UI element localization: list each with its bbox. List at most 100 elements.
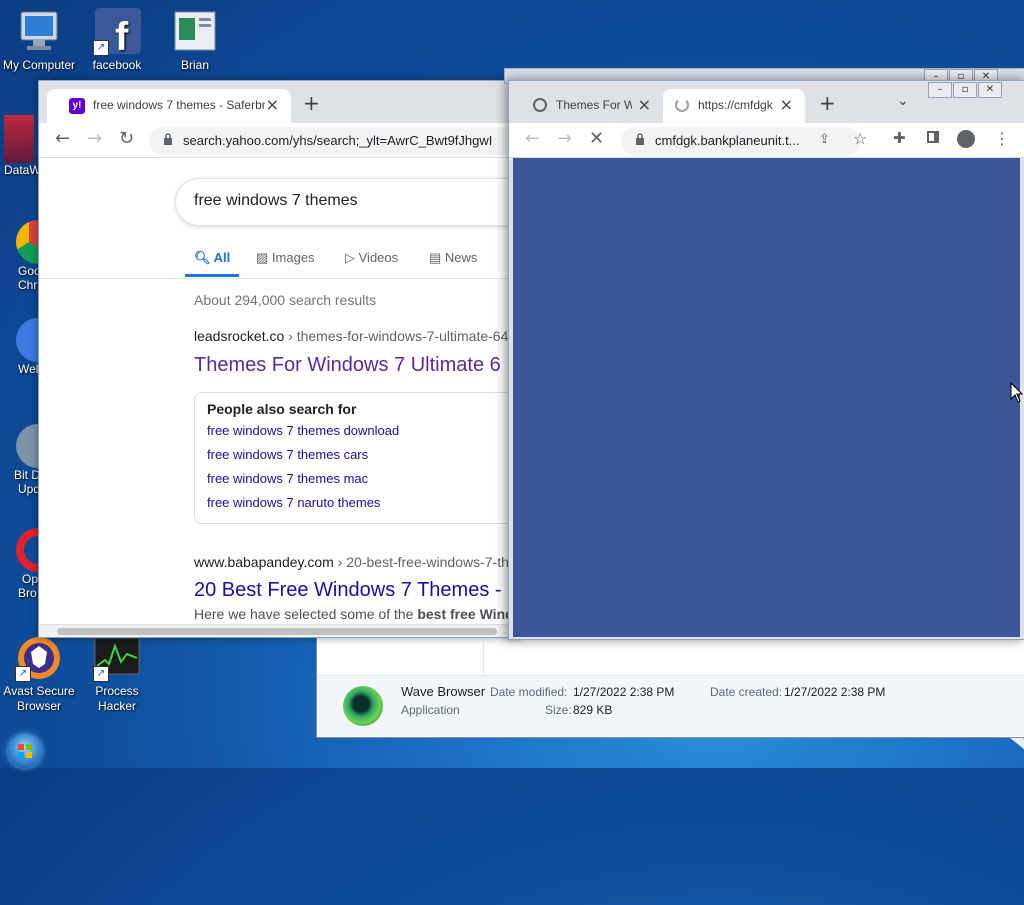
menu-kebab-icon[interactable]: ⋮ (994, 129, 1010, 148)
date-created-label: Date created: (710, 685, 783, 699)
forward-button[interactable]: → (87, 128, 102, 149)
tab-themes[interactable]: Themes For W × (521, 89, 663, 123)
extensions-icon[interactable]: ✚ (893, 129, 906, 147)
horizontal-scrollbar[interactable] (39, 624, 519, 637)
profile-avatar-icon[interactable] (957, 130, 975, 148)
new-tab-button[interactable]: + (303, 91, 320, 115)
wave-browser-icon (343, 686, 383, 726)
result-domain: www.babapandey.com (194, 554, 334, 570)
tab-search-chevron-icon[interactable]: ⌄ (897, 93, 909, 109)
tab-search-results[interactable]: y! free windows 7 themes - Saferbr × (47, 89, 291, 123)
shortcut-arrow-icon: ↗ (15, 666, 31, 682)
tab-news[interactable]: ▤ News (429, 250, 477, 266)
shortcut-arrow-icon: ↗ (93, 666, 109, 682)
start-button[interactable] (8, 734, 42, 768)
result-cite[interactable]: leadsrocket.co › themes-for-windows-7-ul… (194, 328, 508, 344)
tab-videos[interactable]: ▷ Videos (345, 250, 398, 266)
file-type: Application (401, 703, 460, 717)
file-explorer-window: Wave Browser Application Date modified: … (316, 636, 1024, 738)
share-icon[interactable]: ⇪ (819, 132, 830, 147)
desktop-icon-label: Process Hacker (95, 684, 139, 713)
minimize-icon[interactable]: – (928, 82, 952, 98)
loading-page-content (513, 158, 1020, 637)
lock-icon (164, 133, 172, 145)
side-panel-icon[interactable] (927, 131, 939, 143)
people-also-search-box: People also search for free windows 7 th… (194, 392, 519, 524)
news-icon: ▤ (429, 250, 442, 265)
search-results-page: free windows 7 themes 🔍︎ All ▨ Images ▷ … (39, 158, 519, 624)
desktop-icon-brian[interactable]: Brian (156, 8, 234, 73)
image-icon: ▨ (256, 250, 269, 265)
tab-strip: y! free windows 7 themes - Saferbr × + (39, 81, 519, 123)
back-button[interactable]: ← (525, 128, 540, 149)
active-tab-indicator (185, 274, 239, 277)
result-path: › themes-for-windows-7-ultimate-64 (284, 328, 509, 344)
tab-strip: Themes For W × https://cmfdgk × + ⌄ – ▫ ✕ (509, 81, 1024, 123)
close-tab-icon[interactable]: × (638, 95, 651, 114)
reload-button[interactable]: ↻ (119, 128, 134, 149)
snippet-bold-text: best free Windo (417, 606, 519, 622)
maximize-icon[interactable]: ▫ (953, 82, 977, 98)
date-modified-value: 1/27/2022 2:38 PM (573, 685, 675, 699)
date-modified-label: Date modified: (490, 685, 568, 699)
related-search-link[interactable]: free windows 7 themes mac (207, 471, 368, 486)
shortcut-arrow-icon: ↗ (93, 40, 109, 56)
yahoo-favicon-icon: y! (69, 98, 85, 114)
result-title-link[interactable]: Themes For Windows 7 Ultimate 6 (194, 354, 501, 377)
desktop-icon-label: Avast Secure Browser (3, 684, 75, 713)
desktop-icon-my-computer[interactable]: My Computer (0, 8, 78, 73)
windows-logo-icon (18, 744, 32, 758)
tab-label: All (213, 250, 231, 265)
scrollbar-thumb[interactable] (57, 628, 497, 635)
explorer-file-list (317, 637, 1024, 676)
date-created-value: 1/27/2022 2:38 PM (784, 685, 886, 699)
related-search-link[interactable]: free windows 7 themes cars (207, 447, 368, 462)
address-bar[interactable]: search.yahoo.com/yhs/search;_ylt=AwrC_Bw… (149, 127, 519, 155)
close-tab-icon[interactable]: × (780, 95, 793, 114)
document-icon (171, 8, 219, 56)
desktop-icon-label: Brian (180, 58, 209, 72)
process-hacker-icon: ↗ (93, 634, 141, 682)
browser-window-popup[interactable]: Themes For W × https://cmfdgk × + ⌄ – ▫ ✕ … (508, 80, 1024, 640)
people-also-search-heading: People also search for (207, 401, 357, 417)
back-button[interactable]: ← (55, 128, 70, 149)
forward-button[interactable]: → (557, 128, 572, 149)
size-label: Size: (545, 703, 572, 717)
loading-spinner-icon (675, 98, 689, 112)
new-tab-button[interactable]: + (819, 91, 836, 115)
tab-label: Videos (358, 250, 399, 265)
search-icon: 🔍︎ (194, 250, 211, 265)
close-tab-icon[interactable]: × (266, 95, 279, 114)
app-icon (4, 115, 34, 163)
globe-icon (533, 98, 547, 112)
svg-text:f: f (115, 15, 129, 56)
tab-label: News (444, 250, 478, 265)
related-search-link[interactable]: free windows 7 naruto themes (207, 495, 380, 510)
file-name: Wave Browser (401, 684, 486, 699)
tab-title: Themes For W (556, 98, 632, 112)
stop-loading-button[interactable]: ✕ (589, 128, 604, 149)
close-icon[interactable]: ✕ (978, 82, 1002, 98)
browser-toolbar: ← → ✕ cmfdgk.bankplaneunit.t... ⇪ ☆ ✚ ⋮ (509, 123, 1024, 158)
address-bar[interactable]: cmfdgk.bankplaneunit.t... ⇪ (621, 127, 861, 155)
tab-loading[interactable]: https://cmfdgk × (663, 89, 805, 123)
tab-images[interactable]: ▨ Images (256, 250, 315, 266)
search-input[interactable]: free windows 7 themes (175, 178, 519, 226)
browser-window-search[interactable]: y! free windows 7 themes - Saferbr × + ←… (38, 80, 520, 638)
result-domain: leadsrocket.co (194, 328, 285, 344)
desktop-icon-facebook[interactable]: f ↗ facebook (78, 8, 156, 73)
tab-title: https://cmfdgk (698, 98, 773, 112)
size-value: 829 KB (573, 703, 613, 717)
result-count: About 294,000 search results (194, 292, 377, 308)
result-title-link[interactable]: 20 Best Free Windows 7 Themes - (194, 579, 502, 602)
desktop-icon-process-hacker[interactable]: ↗ Process Hacker (78, 634, 156, 714)
snippet-text: Here we have selected some of the (194, 606, 418, 622)
facebook-icon: f ↗ (93, 8, 141, 59)
desktop-icon-avast-secure-browser[interactable]: ↗ Avast Secure Browser (0, 634, 78, 714)
lock-icon (636, 133, 644, 145)
url-text: cmfdgk.bankplaneunit.t... (655, 133, 800, 148)
related-search-link[interactable]: free windows 7 themes download (207, 423, 399, 438)
result-cite[interactable]: www.babapandey.com › 20-best-free-window… (194, 554, 509, 570)
tab-all[interactable]: 🔍︎ All (194, 250, 230, 266)
bookmark-star-icon[interactable]: ☆ (853, 129, 867, 148)
